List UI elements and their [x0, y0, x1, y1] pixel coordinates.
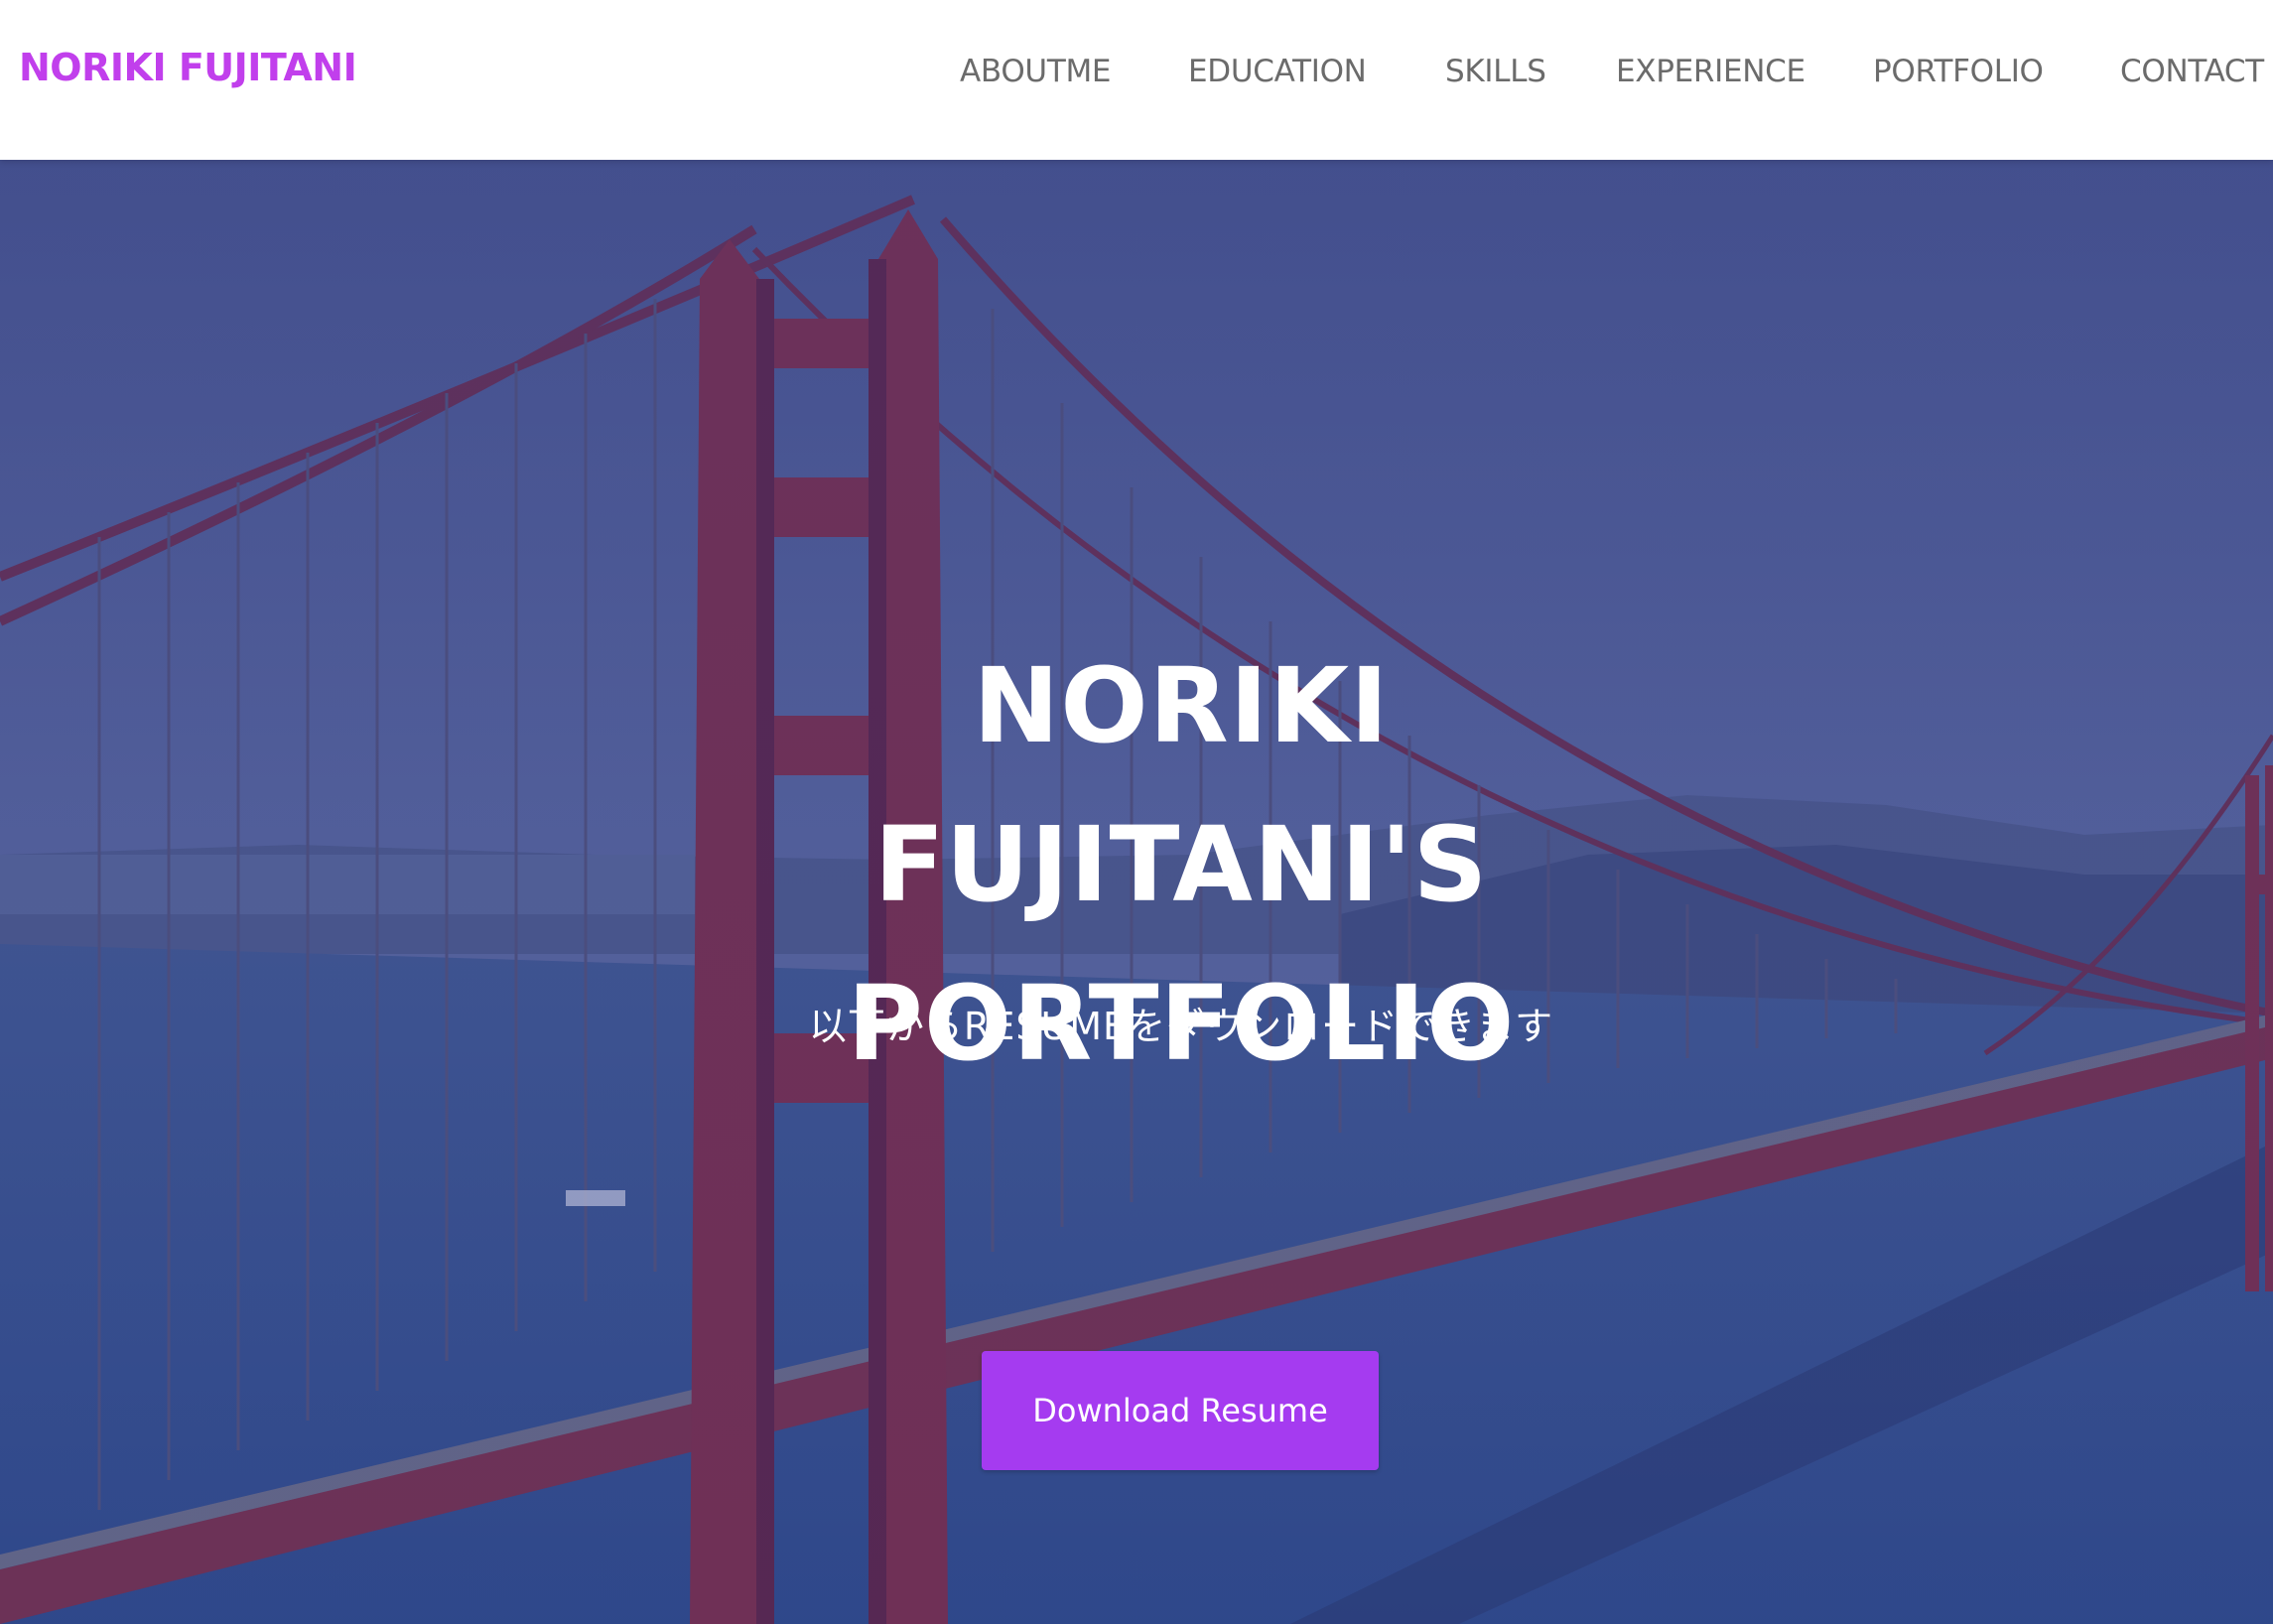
nav-link-education[interactable]: EDUCATION	[1188, 50, 1367, 93]
nav-link-skills[interactable]: SKILLS	[1445, 50, 1546, 93]
hero-subtitle: 以下からRESUMEをダウンロードできます	[808, 1005, 1554, 1048]
brand-logo[interactable]: NORIKI FUJITANI	[19, 42, 357, 93]
nav-link-portfolio[interactable]: PORTFOLIO	[1873, 50, 2044, 93]
nav-link-aboutme[interactable]: ABOUTME	[960, 50, 1112, 93]
page: NORIKI FUJITANI ABOUTME EDUCATION SKILLS…	[0, 0, 2273, 1624]
hero-title-line-1: NORIKI	[973, 645, 1390, 766]
download-resume-button[interactable]: Download Resume	[982, 1351, 1379, 1470]
hero-title-line-2: FUJITANI'S	[873, 804, 1489, 925]
navbar: NORIKI FUJITANI ABOUTME EDUCATION SKILLS…	[0, 0, 2273, 160]
nav-link-contact[interactable]: CONTACT	[2120, 50, 2264, 93]
nav-link-experience[interactable]: EXPERIENCE	[1616, 50, 1805, 93]
